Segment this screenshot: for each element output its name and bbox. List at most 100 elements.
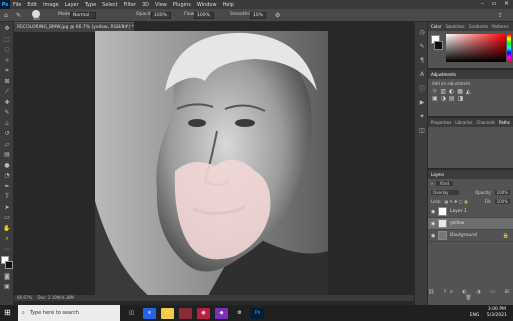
- blend-mode-select[interactable]: Overlay: [431, 190, 459, 195]
- history-icon[interactable]: ◷: [418, 28, 426, 36]
- flow-input[interactable]: 100%: [194, 12, 214, 19]
- share-icon[interactable]: ⇪: [498, 12, 503, 19]
- shape-tool-icon[interactable]: ▭: [2, 214, 12, 222]
- fill-input[interactable]: 100%: [494, 199, 510, 204]
- gradient-tool-icon[interactable]: ▤: [2, 151, 12, 159]
- document-canvas[interactable]: [95, 31, 328, 301]
- tab-channels[interactable]: Channels: [477, 120, 496, 125]
- tab-color[interactable]: Color: [431, 24, 441, 29]
- tray-lang[interactable]: ENG: [470, 313, 480, 318]
- app-icon-pink[interactable]: ◉: [197, 307, 210, 319]
- screen-mode-icon[interactable]: ▣: [2, 283, 12, 291]
- steam-icon[interactable]: ⚙: [233, 308, 246, 319]
- info-icon[interactable]: ⓘ: [418, 84, 426, 93]
- color-bg-swatch[interactable]: [434, 41, 443, 50]
- eye-icon[interactable]: ◉: [431, 221, 435, 227]
- tab-swatches[interactable]: Swatches: [445, 24, 464, 29]
- clock-date[interactable]: 5/3/2021: [487, 313, 507, 318]
- move-tool-icon[interactable]: ✥: [2, 25, 12, 33]
- filter-search-icon[interactable]: ⌕: [431, 181, 433, 186]
- layer-name[interactable]: Layer 1: [450, 209, 467, 214]
- menu-plugins[interactable]: Plugins: [170, 2, 194, 8]
- tab-paths[interactable]: Paths: [499, 120, 510, 125]
- menu-view[interactable]: View: [152, 2, 170, 8]
- layer-opacity-input[interactable]: 100%: [494, 190, 510, 195]
- home-icon[interactable]: ⌂: [4, 12, 8, 19]
- tab-properties[interactable]: Properties: [431, 120, 451, 125]
- tab-libraries[interactable]: Libraries: [455, 120, 472, 125]
- eraser-tool-icon[interactable]: ▱: [2, 140, 12, 148]
- minimize-icon[interactable]: –: [481, 0, 484, 7]
- brush-tool-icon[interactable]: ✎: [2, 109, 12, 117]
- path-select-icon[interactable]: ➤: [2, 203, 12, 211]
- type-tool-icon[interactable]: T: [2, 193, 12, 201]
- search-placeholder[interactable]: Type here to search: [30, 310, 79, 316]
- menu-type[interactable]: Type: [82, 2, 99, 8]
- menu-help[interactable]: Help: [220, 2, 237, 8]
- smoothing-input[interactable]: 10%: [250, 12, 266, 19]
- navigator-icon[interactable]: ◫: [418, 126, 426, 134]
- dodge-tool-icon[interactable]: ◔: [2, 172, 12, 180]
- menu-select[interactable]: Select: [99, 2, 120, 8]
- actions-icon[interactable]: ▶: [418, 98, 426, 106]
- layer-actions-bar[interactable]: ⛓ fx ◐ ◑ ▭ ⊞ 🗑: [428, 289, 513, 301]
- clock-time[interactable]: 3:00 PM: [488, 307, 506, 312]
- adjustments-title[interactable]: Adjustments: [431, 72, 456, 77]
- lasso-tool-icon[interactable]: ◌: [2, 46, 12, 54]
- tab-gradients[interactable]: Gradients: [469, 24, 489, 29]
- brush-settings-icon[interactable]: ✎: [418, 42, 426, 50]
- photoshop-taskbar-icon[interactable]: Ps: [251, 307, 264, 319]
- layer-row[interactable]: ◉ Background 🔒: [428, 230, 513, 242]
- menu-layer[interactable]: Layer: [62, 2, 82, 8]
- pen-tool-icon[interactable]: ✒: [2, 182, 12, 190]
- clone-stamp-icon[interactable]: ⊥: [2, 119, 12, 127]
- app-icon-purple[interactable]: ◆: [215, 307, 228, 319]
- system-tray[interactable]: ENG 3:00 PM 5/3/2021: [470, 307, 507, 319]
- eyedropper-tool-icon[interactable]: ⁄: [2, 88, 12, 96]
- layers-title[interactable]: Layers: [431, 172, 444, 177]
- menu-3d[interactable]: 3D: [139, 2, 152, 8]
- canvas-area[interactable]: RECOLORING_BMW.jpg @ 66.7% (yellow, RGB/…: [14, 22, 414, 305]
- brush-tool-icon[interactable]: ✎: [16, 12, 21, 19]
- eye-icon[interactable]: ◉: [431, 233, 435, 239]
- hue-slider[interactable]: [507, 34, 511, 62]
- hand-tool-icon[interactable]: ✋: [2, 224, 12, 232]
- menu-filter[interactable]: Filter: [121, 2, 139, 8]
- marquee-tool-icon[interactable]: ⬚: [2, 35, 12, 43]
- blur-tool-icon[interactable]: ●: [2, 161, 12, 169]
- layer-name[interactable]: Background: [450, 233, 477, 238]
- zoom-tool-icon[interactable]: ⌕: [2, 235, 12, 243]
- character-icon[interactable]: A: [418, 70, 426, 78]
- tab-patterns[interactable]: Patterns: [492, 24, 508, 29]
- app-icon-red[interactable]: [179, 307, 192, 319]
- menu-file[interactable]: File: [10, 2, 24, 8]
- zoom-level[interactable]: 66.67%: [17, 295, 32, 300]
- paragraph-icon[interactable]: ¶: [418, 56, 426, 64]
- close-icon[interactable]: ✕: [504, 0, 509, 7]
- glyphs-icon[interactable]: ✦: [418, 112, 426, 120]
- adjustment-icons[interactable]: ☼▥◐▦◭ ▣◑▤◨: [428, 88, 513, 102]
- layer-filter-select[interactable]: Kind: [436, 181, 454, 186]
- maximize-icon[interactable]: ▫: [492, 0, 496, 7]
- more-tools-icon[interactable]: ⋯: [2, 245, 12, 253]
- crop-tool-icon[interactable]: ⌗: [2, 67, 12, 75]
- color-swatches[interactable]: [1, 255, 13, 270]
- file-explorer-icon[interactable]: ▭: [161, 307, 174, 319]
- layer-row[interactable]: ◉ Layer 1: [428, 206, 513, 218]
- opacity-input[interactable]: 100%: [151, 12, 171, 19]
- menu-image[interactable]: Image: [40, 2, 62, 8]
- quick-select-tool-icon[interactable]: ✧: [2, 56, 12, 64]
- layer-name[interactable]: yellow: [450, 221, 464, 226]
- taskbar-search[interactable]: ⌕ Type here to search: [18, 305, 120, 321]
- healing-brush-icon[interactable]: ✚: [2, 98, 12, 106]
- menu-window[interactable]: Window: [194, 2, 220, 8]
- edge-icon[interactable]: e: [143, 307, 156, 319]
- task-view-icon[interactable]: ◫: [125, 308, 138, 319]
- quick-mask-icon[interactable]: ◙: [2, 272, 12, 280]
- color-field[interactable]: [446, 34, 506, 62]
- photoshop-logo[interactable]: Ps: [0, 0, 10, 9]
- gear-icon[interactable]: ⚙: [275, 12, 280, 19]
- frame-tool-icon[interactable]: ⊠: [2, 77, 12, 85]
- background-color[interactable]: [5, 260, 13, 269]
- lock-icons[interactable]: ▦ ✎ ✥ ▢ 🔒: [444, 199, 468, 204]
